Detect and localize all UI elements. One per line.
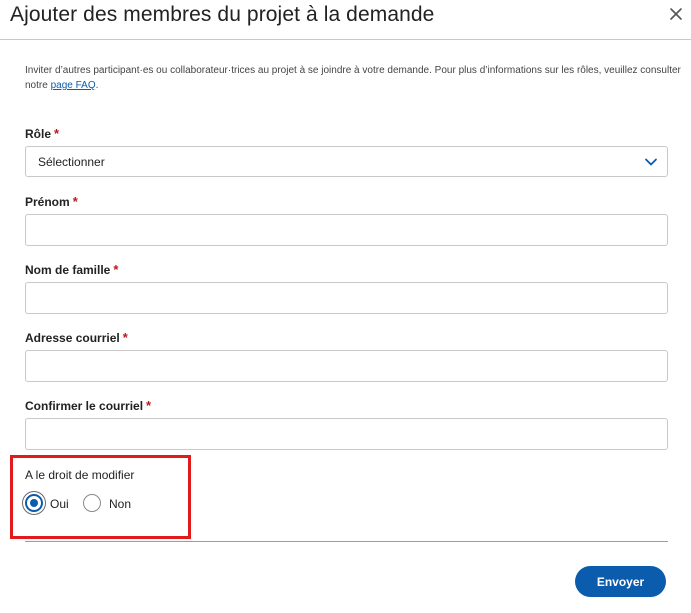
email-label: Adresse courriel * [25,330,128,345]
radio-oui[interactable] [25,494,43,512]
intro-text: Inviter d’autres participant·es ou colla… [25,63,685,93]
first-name-field[interactable] [25,214,668,246]
last-name-label-text: Nom de famille [25,263,111,277]
close-icon [670,8,682,20]
dialog-header: Ajouter des membres du projet à la deman… [0,0,691,40]
radio-non[interactable] [83,494,101,512]
last-name-input[interactable] [26,283,667,313]
required-mark: * [54,126,60,141]
email-field[interactable] [25,350,668,382]
first-name-label: Prénom * [25,194,78,209]
first-name-input[interactable] [26,215,667,245]
email-input[interactable] [26,351,667,381]
chevron-down-icon [645,158,657,166]
intro-end: . [95,80,99,91]
role-label: Rôle * [25,126,59,141]
email-label-text: Adresse courriel [25,331,120,345]
dialog-title: Ajouter des membres du projet à la deman… [10,3,435,26]
submit-button[interactable]: Envoyer [575,566,666,597]
radio-non-label[interactable]: Non [109,497,131,511]
faq-link[interactable]: page FAQ [51,80,96,91]
required-mark: * [146,398,152,413]
confirm-email-field[interactable] [25,418,668,450]
radio-oui-label[interactable]: Oui [50,497,69,511]
confirm-email-label: Confirmer le courriel * [25,398,151,413]
required-mark: * [122,330,128,345]
divider [25,541,668,542]
first-name-label-text: Prénom [25,195,70,209]
role-select-value: Sélectionner [38,155,105,169]
role-label-text: Rôle [25,127,52,141]
last-name-label: Nom de famille * [25,262,118,277]
role-select[interactable]: Sélectionner [25,146,668,177]
edit-rights-label: A le droit de modifier [25,468,135,482]
close-button[interactable] [664,2,688,26]
last-name-field[interactable] [25,282,668,314]
intro-body: Inviter d’autres participant·es ou colla… [25,65,681,91]
required-mark: * [72,194,78,209]
required-mark: * [113,262,119,277]
confirm-email-label-text: Confirmer le courriel [25,399,144,413]
confirm-email-input[interactable] [26,419,667,449]
